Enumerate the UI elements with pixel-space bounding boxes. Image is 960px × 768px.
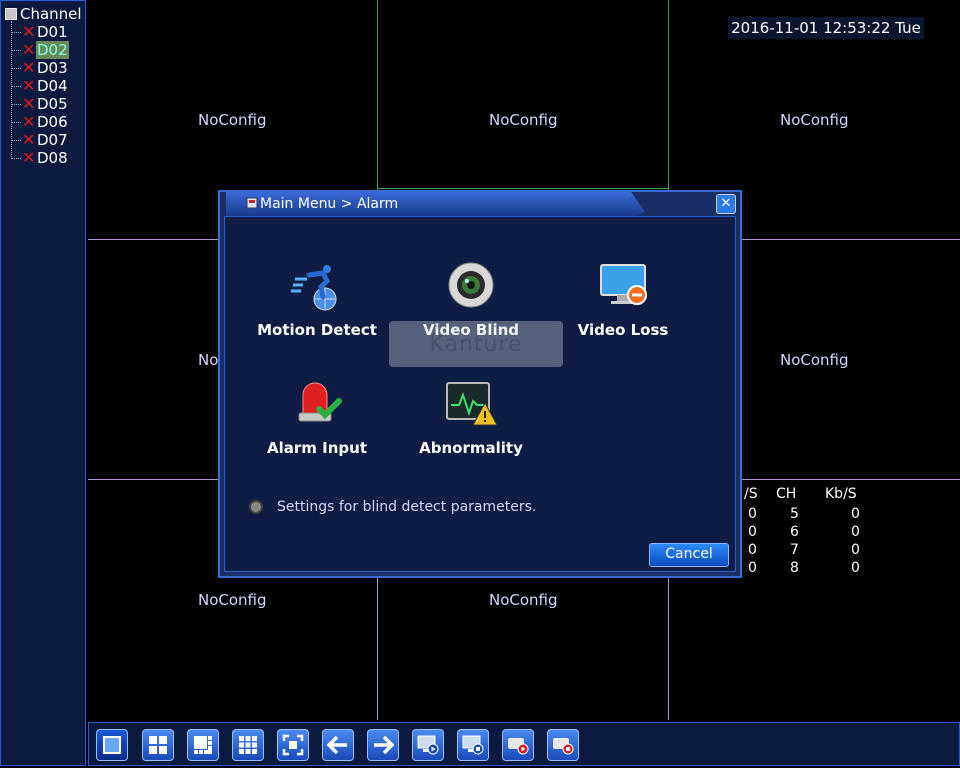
eight-view-icon: [194, 736, 212, 754]
channel-item-d05[interactable]: ✕ D05: [11, 95, 69, 113]
cell-status-text: NoConfig: [198, 111, 267, 129]
error-x-icon: ✕: [22, 94, 36, 113]
channel-item-d02[interactable]: ✕ D02: [11, 41, 69, 59]
stats-cell: 0: [851, 524, 860, 540]
playback-button[interactable]: [412, 729, 444, 761]
error-x-icon: ✕: [22, 130, 36, 149]
channel-item-d03[interactable]: ✕ D03: [11, 59, 69, 77]
menu-item-label: Motion Detect: [257, 321, 377, 339]
previous-button[interactable]: [322, 729, 354, 761]
menu-item-video-loss[interactable]: Video Loss: [563, 261, 683, 339]
cell-status-text: NoConfig: [489, 591, 558, 609]
stats-header-ch: CH: [776, 486, 797, 502]
channel-sidebar: Channel ✕ D01 ✕ D02 ✕ D03 ✕ D04 ✕ D05 ✕ D06 ✕ D…: [0, 0, 86, 766]
fullscreen-icon: [282, 734, 304, 756]
stats-cell: 0: [748, 506, 757, 522]
error-x-icon: ✕: [22, 148, 36, 167]
record-start-button[interactable]: [502, 729, 534, 761]
menu-item-label: Abnormality: [419, 439, 523, 457]
monitor-stop-icon: [462, 735, 484, 755]
error-x-icon: ✕: [22, 58, 36, 77]
cell-status-text: No: [198, 351, 219, 369]
menu-item-alarm-input[interactable]: Alarm Input: [257, 379, 377, 457]
dialog-title: Main Menu > Alarm: [260, 196, 399, 212]
error-x-icon: ✕: [22, 22, 36, 41]
cell-status-text: NoConfig: [780, 351, 849, 369]
stats-cell: 0: [748, 560, 757, 576]
alarm-input-icon: [298, 382, 342, 422]
stats-cell: 5: [790, 506, 799, 522]
cancel-button[interactable]: Cancel: [649, 543, 729, 567]
menu-item-abnormality[interactable]: Abnormality: [411, 379, 531, 457]
channel-item-d04[interactable]: ✕ D04: [11, 77, 69, 95]
stats-cell: 0: [851, 506, 860, 522]
stats-cell: 0: [748, 542, 757, 558]
record-stop-icon: [553, 738, 574, 755]
stats-cell: 0: [748, 524, 757, 540]
video-blind-icon: [448, 262, 494, 308]
tree-collapse-icon[interactable]: [5, 8, 17, 20]
nine-view-icon: [239, 736, 257, 754]
hint-row: Settings for blind detect parameters.: [249, 499, 536, 515]
error-x-icon: ✕: [22, 40, 36, 59]
menu-item-label: Video Loss: [577, 321, 669, 339]
cell-status-text: NoConfig: [780, 111, 849, 129]
datetime-display: 2016-11-01 12:53:22 Tue: [728, 17, 924, 39]
fullscreen-button[interactable]: [277, 729, 309, 761]
stats-header-kbs: Kb/S: [825, 486, 857, 502]
quad-view-button[interactable]: [142, 729, 174, 761]
channel-item-d08[interactable]: ✕ D08: [11, 149, 69, 167]
next-button[interactable]: [367, 729, 399, 761]
nine-view-button[interactable]: [232, 729, 264, 761]
quad-view-icon: [149, 736, 167, 754]
stop-record-button[interactable]: [547, 729, 579, 761]
video-loss-icon: [600, 264, 647, 305]
motion-detect-icon: [291, 265, 337, 311]
channel-root-label: Channel: [20, 5, 82, 23]
channel-item-d07[interactable]: ✕ D07: [11, 131, 69, 149]
grid-divider: [378, 188, 668, 189]
stats-header-rate: /S: [744, 486, 758, 502]
hint-text: Settings for blind detect parameters.: [277, 499, 537, 515]
hint-bullet-icon: [249, 500, 263, 514]
record-stop-button[interactable]: [457, 729, 489, 761]
playback-monitor-icon: [417, 735, 439, 755]
menu-title-icon: [246, 197, 258, 209]
arrow-left-icon: [327, 735, 347, 755]
cell-status-text: NoConfig: [198, 591, 267, 609]
error-x-icon: ✕: [22, 112, 36, 131]
stats-cell: 0: [851, 560, 860, 576]
record-play-icon: [508, 738, 529, 755]
close-button[interactable]: ✕: [716, 194, 736, 214]
stats-cell: 0: [851, 542, 860, 558]
channel-item-d06[interactable]: ✕ D06: [11, 113, 69, 131]
dialog-body: Motion Detect Video Blind Video Loss Ala…: [224, 216, 736, 572]
menu-item-motion-detect[interactable]: Motion Detect: [257, 261, 377, 339]
stats-cell: 8: [790, 560, 799, 576]
menu-item-label: Alarm Input: [267, 439, 367, 457]
stats-cell: 6: [790, 524, 799, 540]
stats-cell: 7: [790, 542, 799, 558]
watermark: Kanture: [389, 321, 563, 367]
abnormality-icon: [446, 382, 498, 426]
arrow-right-icon: [374, 735, 394, 755]
alarm-menu-dialog: Main Menu > Alarm ✕ Motion Detect Video: [218, 190, 742, 578]
channel-item-d01[interactable]: ✕ D01: [11, 23, 69, 41]
eight-view-button[interactable]: [187, 729, 219, 761]
single-view-button[interactable]: [96, 729, 128, 761]
error-x-icon: ✕: [22, 76, 36, 95]
channel-tree-root[interactable]: Channel: [5, 5, 82, 23]
single-view-icon: [103, 736, 121, 754]
bottom-toolbar: [88, 722, 960, 766]
cell-status-text: NoConfig: [489, 111, 558, 129]
